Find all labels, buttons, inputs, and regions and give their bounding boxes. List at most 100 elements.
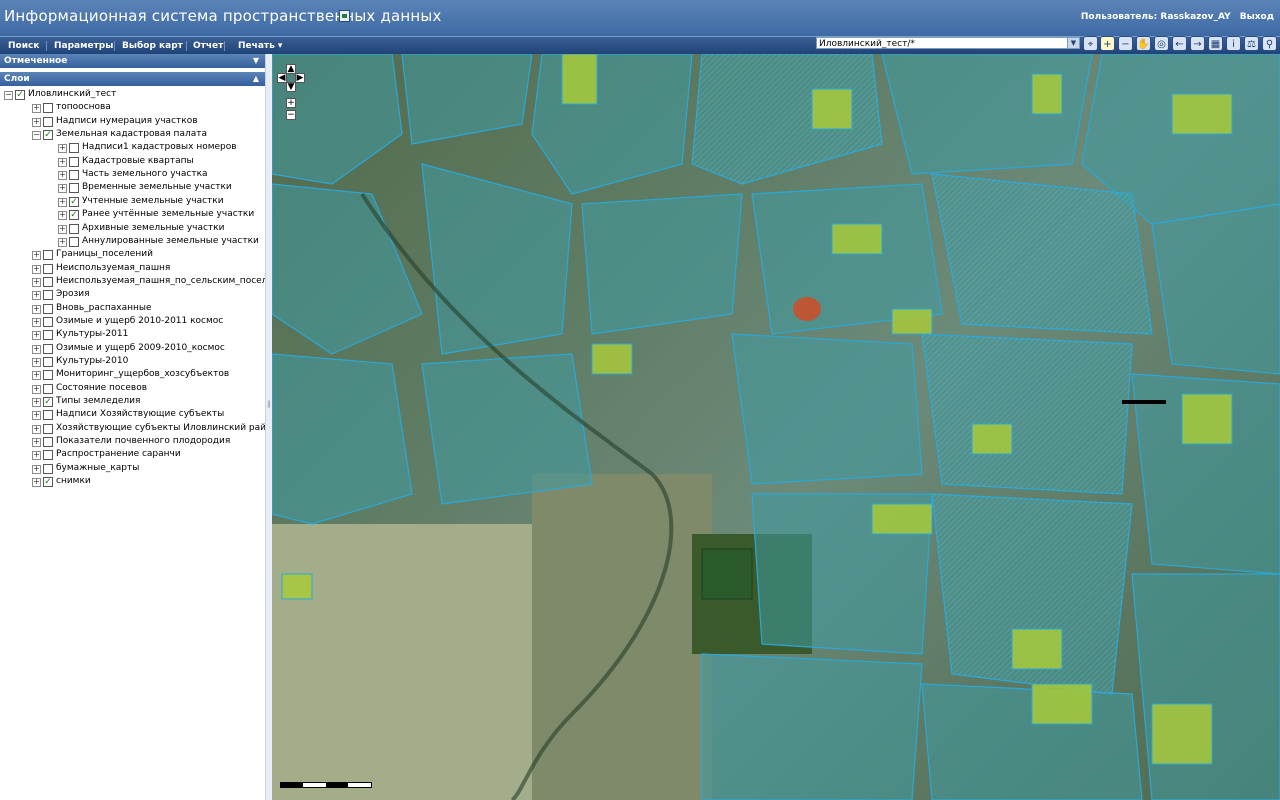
layer-checkbox[interactable]	[43, 463, 53, 474]
layer-checkbox[interactable]	[69, 183, 79, 194]
expand-node-icon[interactable]: +	[32, 291, 41, 301]
expand-node-icon[interactable]: +	[32, 344, 41, 354]
expand-node-icon[interactable]: +	[58, 144, 67, 154]
expand-node-icon[interactable]: +	[32, 331, 41, 341]
layer-checkbox[interactable]	[69, 170, 79, 181]
layer-label: Культуры-2010	[56, 356, 129, 366]
layer-checkbox[interactable]	[43, 276, 53, 287]
layer-label: Учтенные земельные участки	[82, 195, 224, 206]
info-icon[interactable]: i	[1226, 36, 1241, 51]
expand-node-icon[interactable]: +	[32, 371, 41, 381]
menu-select-maps[interactable]: Выбор карт	[122, 41, 183, 51]
expand-node-icon[interactable]: +	[32, 251, 41, 261]
menu-divider	[46, 41, 47, 51]
layer-label: Состояние посевов	[56, 382, 148, 393]
expand-node-icon[interactable]: +	[32, 438, 41, 448]
menu-parameters[interactable]: Параметры	[54, 41, 113, 51]
layer-checkbox[interactable]	[43, 437, 53, 448]
collapse-node-icon[interactable]: −	[4, 91, 13, 100]
map-selector-value: Иловлинский_тест/*	[819, 39, 915, 49]
map-view[interactable]: ▲ ◀ ▶ ▼ + −	[272, 54, 1280, 800]
layer-checkbox[interactable]	[69, 143, 79, 154]
panel-layers-header[interactable]: Слои ▲	[0, 72, 265, 86]
layer-checkbox[interactable]	[43, 450, 53, 461]
expand-node-icon[interactable]: +	[32, 304, 41, 314]
expand-node-icon[interactable]: +	[32, 277, 41, 287]
layer-label: Архивные земельные участки	[82, 222, 225, 233]
layer-checkbox[interactable]	[43, 383, 53, 394]
layer-checkbox[interactable]	[69, 156, 79, 167]
layer-checkbox[interactable]	[43, 290, 53, 301]
collapse-arrow-icon[interactable]: ▲	[253, 72, 259, 86]
collapse-node-icon[interactable]: −	[32, 131, 41, 141]
map-selector-dropdown[interactable]: Иловлинский_тест/* ▼	[816, 37, 1080, 49]
chevron-down-icon[interactable]: ▼	[1067, 38, 1079, 48]
zoom-out-icon[interactable]: −	[1118, 36, 1133, 51]
back-arrow-icon[interactable]: ←	[1172, 36, 1187, 51]
expand-node-icon[interactable]: +	[32, 104, 41, 114]
expand-node-icon[interactable]: +	[32, 317, 41, 327]
expand-node-icon[interactable]: +	[58, 224, 67, 234]
layer-checkbox[interactable]: ✓	[69, 196, 79, 207]
expand-node-icon[interactable]: +	[32, 358, 41, 367]
expand-node-icon[interactable]: +	[32, 411, 41, 421]
full-extent-icon[interactable]: ◎	[1154, 36, 1169, 51]
layer-checkbox[interactable]: ✓	[43, 397, 53, 408]
map-icon[interactable]	[339, 10, 350, 22]
layer-checkbox[interactable]	[69, 223, 79, 234]
menu-report[interactable]: Отчет	[193, 41, 223, 51]
identify-icon[interactable]: ⌖	[1083, 36, 1098, 51]
expand-node-icon[interactable]: +	[32, 398, 41, 408]
layer-checkbox[interactable]	[43, 423, 53, 434]
panel-marked-header[interactable]: Отмеченное ▼	[0, 54, 265, 68]
splitter-grip-icon[interactable]: ‖	[267, 400, 271, 408]
layer-checkbox[interactable]	[43, 370, 53, 381]
layer-checkbox[interactable]	[43, 330, 53, 341]
expand-node-icon[interactable]: +	[58, 211, 67, 221]
pan-down-icon[interactable]: ▼	[286, 82, 296, 92]
expand-node-icon[interactable]: +	[32, 117, 41, 127]
collapse-arrow-icon[interactable]: ▼	[253, 54, 259, 68]
layer-checkbox[interactable]	[43, 343, 53, 354]
zoom-out-control-icon[interactable]: −	[286, 110, 296, 120]
expand-node-icon[interactable]: +	[58, 237, 67, 247]
measure-icon[interactable]: ⚖	[1244, 36, 1259, 51]
layer-checkbox[interactable]	[43, 250, 53, 261]
search-map-icon[interactable]: ⚲	[1262, 36, 1277, 51]
layer-checkbox[interactable]: ✓	[43, 130, 53, 141]
layer-checkbox[interactable]: ✓	[69, 210, 79, 221]
layer-label: Кадастровые квартапы	[82, 155, 194, 166]
pan-right-icon[interactable]: ▶	[295, 73, 305, 83]
expand-node-icon[interactable]: +	[58, 171, 67, 181]
expand-node-icon[interactable]: +	[32, 384, 41, 394]
clear-icon[interactable]: ▦	[1208, 36, 1223, 51]
expand-node-icon[interactable]: +	[32, 264, 41, 274]
menu-search[interactable]: Поиск	[8, 41, 39, 51]
layer-checkbox[interactable]	[43, 410, 53, 421]
layer-label: Культуры-2011	[56, 329, 129, 340]
layer-checkbox[interactable]: ✓	[15, 90, 25, 100]
expand-node-icon[interactable]: +	[32, 424, 41, 434]
layer-checkbox[interactable]	[43, 303, 53, 314]
expand-node-icon[interactable]: +	[58, 184, 67, 194]
expand-node-icon[interactable]: +	[32, 451, 41, 461]
layer-checkbox[interactable]	[43, 103, 53, 114]
layer-checkbox[interactable]	[43, 316, 53, 327]
forward-arrow-icon[interactable]: →	[1190, 36, 1205, 51]
layer-label: Показатели почвенного плодородия	[56, 436, 231, 447]
expand-node-icon[interactable]: +	[58, 197, 67, 207]
layer-checkbox[interactable]	[43, 357, 53, 367]
layer-checkbox[interactable]	[69, 236, 79, 247]
pan-hand-icon[interactable]: ✋	[1136, 36, 1151, 51]
layer-checkbox[interactable]	[43, 263, 53, 274]
layer-label: Типы земледелия	[56, 396, 141, 407]
menu-print[interactable]: Печать ▾	[238, 41, 282, 51]
zoom-in-icon[interactable]: +	[1100, 36, 1115, 51]
logout-link[interactable]: Выход	[1240, 12, 1274, 22]
expand-node-icon[interactable]: +	[58, 157, 67, 167]
layer-checkbox[interactable]	[43, 116, 53, 127]
zoom-in-control-icon[interactable]: +	[286, 98, 296, 108]
expand-node-icon[interactable]: +	[32, 464, 41, 474]
layer-checkbox[interactable]: ✓	[43, 477, 53, 488]
expand-node-icon[interactable]: +	[32, 478, 41, 488]
